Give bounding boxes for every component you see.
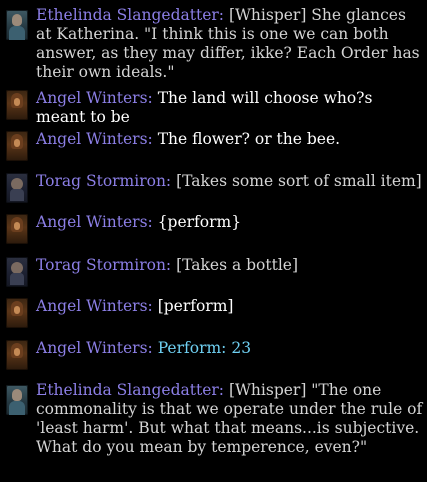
- speaker-name[interactable]: Angel Winters:: [36, 297, 153, 315]
- message-body: {perform}: [157, 213, 242, 231]
- message-text: Angel Winters: Perform: 23: [36, 339, 423, 358]
- torag-portrait-icon[interactable]: [6, 257, 28, 287]
- chat-log: Ethelinda Slangedatter: [Whisper] She gl…: [0, 0, 427, 482]
- roll-result: Perform: 23: [157, 339, 252, 357]
- angel-portrait-icon[interactable]: [6, 214, 28, 244]
- angel-portrait-icon[interactable]: [6, 340, 28, 370]
- message-body: [perform]: [157, 297, 234, 315]
- speaker-name[interactable]: Angel Winters:: [36, 130, 153, 148]
- speaker-name[interactable]: Angel Winters:: [36, 213, 153, 231]
- message-text: Torag Stormiron: [Takes some sort of sma…: [36, 172, 423, 191]
- ethelinda-portrait-icon[interactable]: [6, 10, 28, 40]
- speaker-name[interactable]: Torag Stormiron:: [36, 256, 171, 274]
- message-body: [Takes some sort of small item]: [176, 172, 422, 190]
- message-text: Angel Winters: {perform}: [36, 213, 423, 232]
- message-body: [Takes a bottle]: [176, 256, 299, 274]
- message-text: Angel Winters: The land will choose who?…: [36, 89, 423, 127]
- message-text: Angel Winters: [perform]: [36, 297, 423, 316]
- ethelinda-portrait-icon[interactable]: [6, 385, 28, 415]
- message-text: Angel Winters: The flower? or the bee.: [36, 130, 423, 149]
- angel-portrait-icon[interactable]: [6, 131, 28, 161]
- speaker-name[interactable]: Angel Winters:: [36, 339, 153, 357]
- message-text: Ethelinda Slangedatter: [Whisper] She gl…: [36, 6, 423, 82]
- message-text: Ethelinda Slangedatter: [Whisper] "The o…: [36, 381, 423, 457]
- speaker-name[interactable]: Torag Stormiron:: [36, 172, 171, 190]
- angel-portrait-icon[interactable]: [6, 90, 28, 120]
- speaker-name[interactable]: Ethelinda Slangedatter:: [36, 6, 224, 24]
- speaker-name[interactable]: Ethelinda Slangedatter:: [36, 381, 224, 399]
- message-text: Torag Stormiron: [Takes a bottle]: [36, 256, 423, 275]
- torag-portrait-icon[interactable]: [6, 173, 28, 203]
- speaker-name[interactable]: Angel Winters:: [36, 89, 153, 107]
- message-body: The flower? or the bee.: [157, 130, 341, 148]
- angel-portrait-icon[interactable]: [6, 298, 28, 328]
